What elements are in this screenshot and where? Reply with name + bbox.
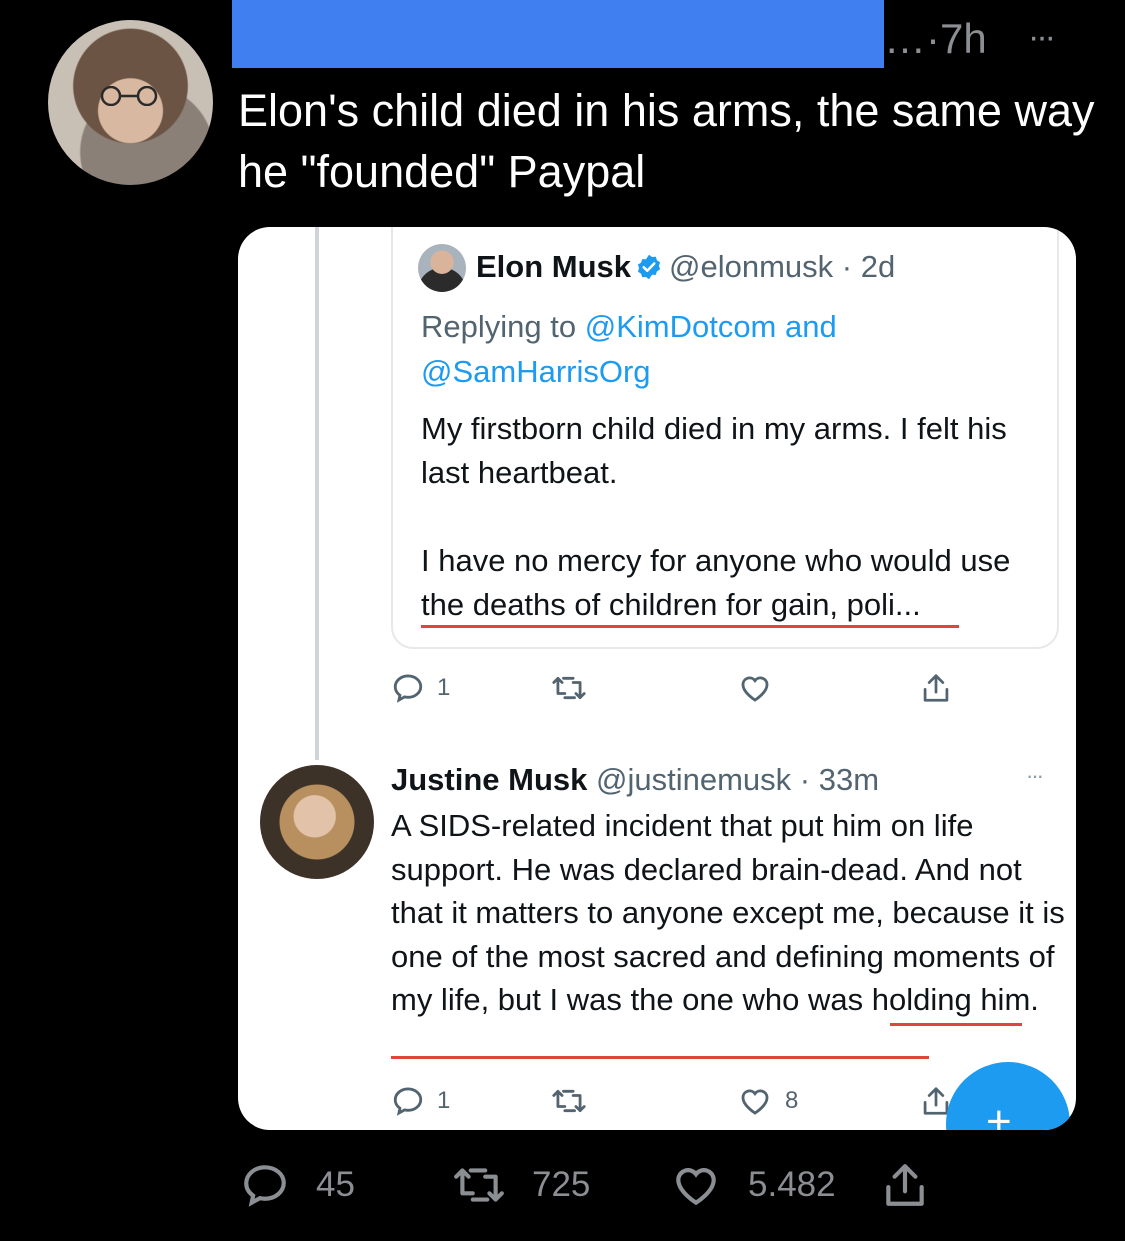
reply-button[interactable]: 45	[240, 1160, 355, 1210]
reply-tweet-body: A SIDS-related incident that put him on …	[391, 808, 1065, 1017]
verified-badge-icon	[637, 254, 661, 280]
thread-line	[315, 227, 319, 760]
tweet-actions: 45 725 5.482	[0, 1160, 1125, 1210]
elon-avatar[interactable]	[418, 244, 466, 292]
red-underline	[890, 1023, 1022, 1026]
reply-count: 1	[437, 674, 451, 701]
reply-count: 1	[437, 1087, 451, 1114]
tweet-text: Elon's child died in his arms, the same …	[238, 85, 1095, 197]
plus-icon: +	[986, 1097, 1012, 1131]
justine-avatar[interactable]	[260, 765, 374, 879]
reply-icon	[244, 1165, 286, 1207]
retweet-icon	[454, 1168, 504, 1202]
reply-count: 45	[316, 1165, 355, 1204]
heart-icon	[676, 1168, 716, 1206]
quoted-tweet-body: My firstborn child died in my arms. I fe…	[421, 407, 1041, 627]
mention-samharrisorg[interactable]: @SamHarrisOrg	[421, 354, 651, 389]
retweet-button[interactable]	[551, 671, 587, 705]
reply-icon	[393, 1087, 423, 1116]
retweet-count: 725	[532, 1165, 591, 1204]
like-count: 5.482	[748, 1165, 836, 1204]
replying-to: Replying to @KimDotcom and @SamHarrisOrg	[421, 304, 981, 394]
like-count: 8	[785, 1087, 799, 1114]
quoted-author-name[interactable]: Elon Musk	[476, 249, 631, 284]
tweet-time: …·7h	[884, 15, 987, 62]
reply-author-name[interactable]: Justine Musk	[391, 762, 587, 797]
quoted-tweet-header: Elon Musk @elonmusk · 2d	[476, 248, 895, 286]
red-underline	[421, 625, 959, 628]
glasses-icon	[100, 86, 158, 106]
quoted-body-paragraph-1: My firstborn child died in my arms. I fe…	[421, 411, 1007, 490]
share-icon	[886, 1164, 924, 1206]
share-button[interactable]	[880, 1160, 930, 1210]
like-button[interactable]: 5.482	[670, 1160, 836, 1210]
reply-icon	[393, 674, 423, 703]
mention-kimdotcom[interactable]: @KimDotcom	[585, 309, 777, 344]
more-options-icon[interactable]: ···	[1028, 20, 1056, 54]
red-underline	[391, 1056, 929, 1059]
retweet-button[interactable]	[551, 1084, 587, 1118]
retweet-icon	[552, 1089, 586, 1113]
heart-icon	[741, 1089, 769, 1115]
replying-prefix: Replying to	[421, 309, 577, 344]
quoted-author-handle[interactable]: @elonmusk	[669, 249, 833, 284]
reply-button[interactable]: 1	[391, 1084, 450, 1118]
reply-more-icon[interactable]: ···	[1026, 763, 1044, 789]
like-button[interactable]	[737, 671, 773, 705]
retweet-icon	[552, 676, 586, 700]
retweet-button[interactable]: 725	[452, 1160, 590, 1210]
reply-tweet-time: · 33m	[799, 762, 880, 797]
like-button[interactable]: 8	[737, 1084, 798, 1118]
quoted-tweet-time: · 2d	[841, 249, 896, 284]
heart-icon	[741, 676, 769, 702]
author-avatar[interactable]	[48, 20, 213, 185]
replying-and: and	[785, 309, 837, 344]
redacted-username	[232, 0, 884, 68]
reply-author-handle[interactable]: @justinemusk	[596, 762, 791, 797]
reply-button[interactable]: 1	[391, 671, 450, 705]
attached-screenshot[interactable]: Elon Musk @elonmusk · 2d Replying to @Kim…	[238, 227, 1076, 1130]
share-icon	[923, 674, 949, 702]
share-button[interactable]	[921, 671, 951, 705]
quoted-body-paragraph-2: I have no mercy for anyone who would use…	[421, 543, 1011, 622]
reply-tweet-header: Justine Musk @justinemusk · 33m	[391, 761, 879, 799]
compose-button[interactable]: +	[946, 1062, 1070, 1130]
